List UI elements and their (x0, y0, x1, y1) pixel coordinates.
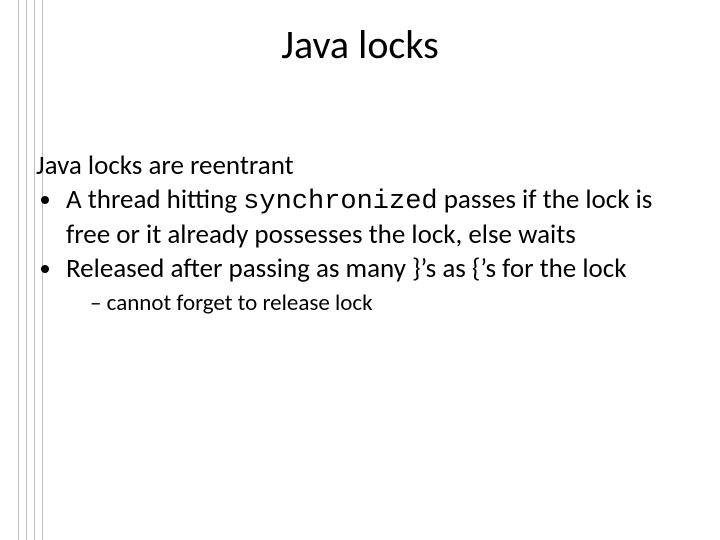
decorative-line (18, 0, 19, 540)
decorative-line (34, 0, 35, 540)
inline-code: synchronized (243, 187, 437, 217)
bullet-list: A thread hitting synchronized passes if … (36, 184, 684, 318)
sub-bullet-item: cannot forget to release lock (90, 290, 684, 317)
decorative-line (26, 0, 27, 540)
slide-title: Java locks (0, 20, 720, 69)
slide: Java locks Java locks are reentrant A th… (0, 0, 720, 540)
sub-bullet-list: cannot forget to release lock (66, 290, 684, 317)
slide-body: Java locks are reentrant A thread hittin… (36, 150, 684, 320)
bullet-text: Released after passing as many }’s as {’… (66, 252, 626, 285)
lead-text: Java locks are reentrant (36, 150, 684, 182)
bullet-text-pre: A thread hitting (66, 183, 243, 216)
bullet-item: Released after passing as many }’s as {’… (64, 253, 684, 318)
sub-bullet-text: cannot forget to release lock (107, 289, 373, 317)
bullet-item: A thread hitting synchronized passes if … (64, 184, 684, 251)
